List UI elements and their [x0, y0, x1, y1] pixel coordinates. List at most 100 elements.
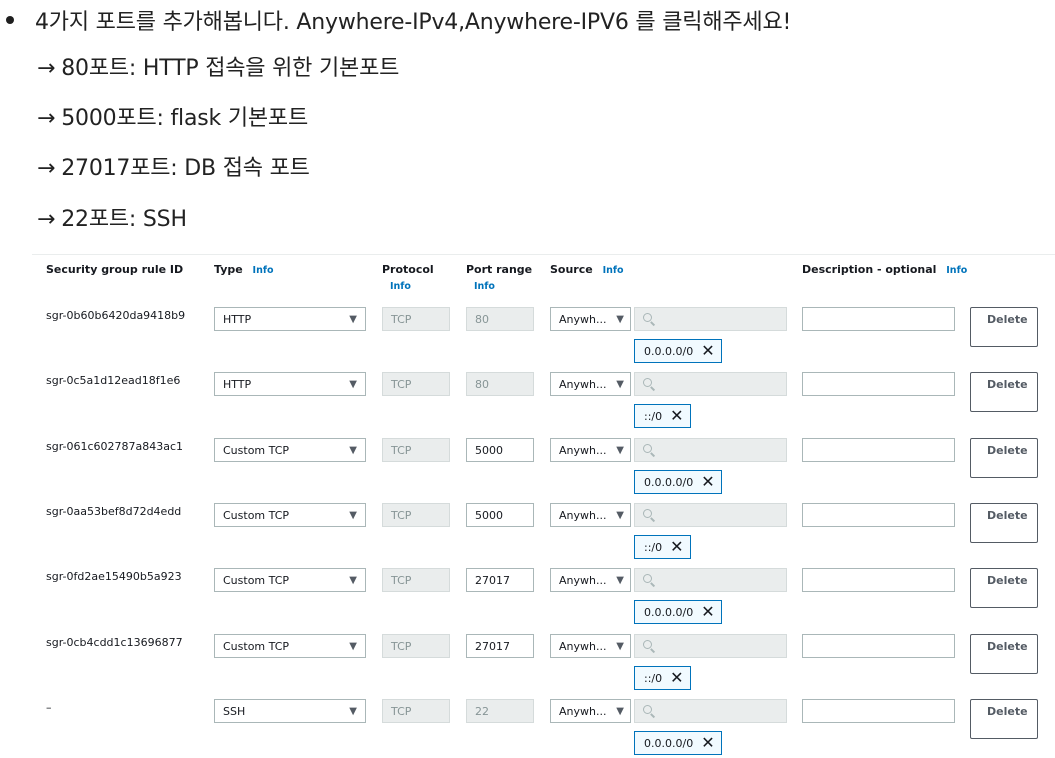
cidr-token: 0.0.0.0/0 ✕: [634, 600, 722, 624]
type-select[interactable]: Custom TCP ▼: [214, 568, 366, 592]
port-range-input[interactable]: 5000: [466, 438, 534, 462]
source-select[interactable]: Anywh... ▼: [550, 634, 631, 658]
description-input[interactable]: [802, 438, 955, 462]
type-select[interactable]: HTTP ▼: [214, 307, 366, 331]
type-select[interactable]: SSH ▼: [214, 699, 366, 723]
bullet-item: 4가지 포트를 추가해봅니다. Anywhere-IPv4,Anywhere-I…: [6, 4, 791, 36]
type-value: HTTP: [223, 312, 252, 326]
port-note-80: → 80포트: HTTP 접속을 위한 기본포트: [37, 56, 400, 81]
delete-button[interactable]: Delete: [970, 634, 1038, 674]
rule-id: sgr-0fd2ae15490b5a923: [46, 570, 182, 583]
port-range-input[interactable]: 27017: [466, 634, 534, 658]
protocol-field: TCP: [382, 634, 450, 658]
delete-button[interactable]: Delete: [970, 568, 1038, 608]
remove-cidr-icon[interactable]: ✕: [670, 408, 683, 424]
type-value: Custom TCP: [223, 639, 290, 653]
protocol-info-link[interactable]: Info: [390, 281, 434, 292]
header-protocol: Protocol Info: [382, 263, 434, 292]
delete-button[interactable]: Delete: [970, 372, 1038, 412]
type-select[interactable]: Custom TCP ▼: [214, 634, 366, 658]
type-info-link[interactable]: Info: [253, 265, 274, 276]
search-icon: [643, 705, 655, 717]
remove-cidr-icon[interactable]: ✕: [701, 474, 714, 490]
cidr-value: ::/0: [644, 540, 663, 554]
description-input[interactable]: [802, 568, 955, 592]
caret-down-icon: ▼: [616, 444, 624, 456]
delete-button[interactable]: Delete: [970, 699, 1038, 739]
caret-down-icon: ▼: [349, 640, 357, 652]
cidr-search-input[interactable]: [634, 503, 787, 527]
rule-id: sgr-061c602787a843ac1: [46, 440, 184, 453]
caret-down-icon: ▼: [349, 509, 357, 521]
caret-down-icon: ▼: [616, 705, 624, 717]
port-range-input: 22: [466, 699, 534, 723]
rule-id: sgr-0cb4cdd1c13696877: [46, 636, 183, 649]
protocol-field: TCP: [382, 503, 450, 527]
remove-cidr-icon[interactable]: ✕: [701, 604, 714, 620]
source-value: Anywh...: [559, 573, 607, 587]
type-select[interactable]: Custom TCP ▼: [214, 438, 366, 462]
port-range-input: 80: [466, 307, 534, 331]
cidr-token: 0.0.0.0/0 ✕: [634, 470, 722, 494]
cidr-search-input[interactable]: [634, 568, 787, 592]
search-icon: [643, 313, 655, 325]
description-info-link[interactable]: Info: [946, 265, 967, 276]
port-note-22: → 22포트: SSH: [37, 207, 187, 232]
description-input[interactable]: [802, 307, 955, 331]
cidr-token: ::/0 ✕: [634, 404, 691, 428]
source-select[interactable]: Anywh... ▼: [550, 699, 631, 723]
cidr-search-input[interactable]: [634, 634, 787, 658]
cidr-search-input[interactable]: [634, 438, 787, 462]
description-input[interactable]: [802, 634, 955, 658]
source-value: Anywh...: [559, 377, 607, 391]
search-icon: [643, 444, 655, 456]
description-input[interactable]: [802, 503, 955, 527]
remove-cidr-icon[interactable]: ✕: [670, 539, 683, 555]
header-description: Description - optional Info: [802, 263, 968, 276]
port-range-info-link[interactable]: Info: [474, 281, 532, 292]
delete-button[interactable]: Delete: [970, 438, 1038, 478]
source-value: Anywh...: [559, 443, 607, 457]
type-value: Custom TCP: [223, 573, 290, 587]
source-info-link[interactable]: Info: [603, 265, 624, 276]
description-input[interactable]: [802, 372, 955, 396]
source-select[interactable]: Anywh... ▼: [550, 438, 631, 462]
source-value: Anywh...: [559, 704, 607, 718]
source-select[interactable]: Anywh... ▼: [550, 307, 631, 331]
remove-cidr-icon[interactable]: ✕: [670, 670, 683, 686]
source-select[interactable]: Anywh... ▼: [550, 568, 631, 592]
remove-cidr-icon[interactable]: ✕: [701, 343, 714, 359]
rule-id: sgr-0aa53bef8d72d4edd: [46, 505, 182, 518]
delete-button[interactable]: Delete: [970, 503, 1038, 543]
cidr-token: ::/0 ✕: [634, 535, 691, 559]
search-icon: [643, 574, 655, 586]
port-range-input: 80: [466, 372, 534, 396]
source-select[interactable]: Anywh... ▼: [550, 372, 631, 396]
cidr-search-input[interactable]: [634, 372, 787, 396]
source-select[interactable]: Anywh... ▼: [550, 503, 631, 527]
cidr-search-input[interactable]: [634, 699, 787, 723]
search-icon: [643, 378, 655, 390]
cidr-value: ::/0: [644, 409, 663, 423]
type-value: Custom TCP: [223, 508, 290, 522]
header-type: Type Info: [214, 263, 274, 276]
cidr-search-input[interactable]: [634, 307, 787, 331]
protocol-field: TCP: [382, 438, 450, 462]
search-icon: [643, 640, 655, 652]
port-note-27017: → 27017포트: DB 접속 포트: [37, 156, 310, 181]
protocol-field: TCP: [382, 307, 450, 331]
type-select[interactable]: HTTP ▼: [214, 372, 366, 396]
protocol-field: TCP: [382, 372, 450, 396]
port-range-input[interactable]: 27017: [466, 568, 534, 592]
remove-cidr-icon[interactable]: ✕: [701, 735, 714, 751]
port-range-input[interactable]: 5000: [466, 503, 534, 527]
type-select[interactable]: Custom TCP ▼: [214, 503, 366, 527]
protocol-field: TCP: [382, 568, 450, 592]
caret-down-icon: ▼: [349, 378, 357, 390]
caret-down-icon: ▼: [349, 574, 357, 586]
search-icon: [643, 509, 655, 521]
delete-button[interactable]: Delete: [970, 307, 1038, 347]
description-input[interactable]: [802, 699, 955, 723]
caret-down-icon: ▼: [616, 640, 624, 652]
header-source: Source Info: [550, 263, 624, 276]
